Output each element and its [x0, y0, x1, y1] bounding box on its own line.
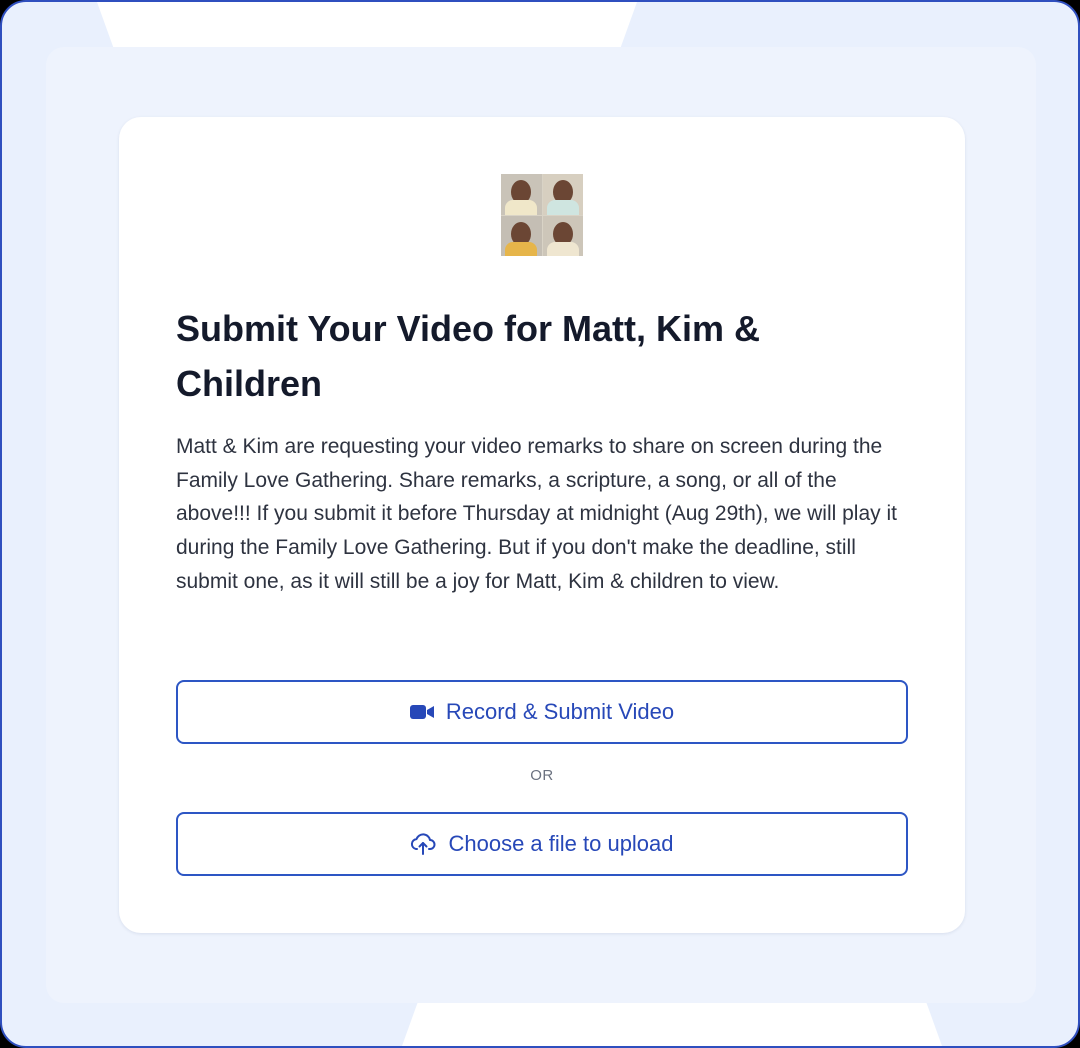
family-photo-collage [501, 174, 583, 256]
cloud-upload-icon [410, 833, 436, 855]
collage-photo [501, 215, 542, 256]
background-shape-bottom [402, 1001, 942, 1046]
collage-photo [542, 174, 583, 215]
submission-card: Submit Your Video for Matt, Kim & Childr… [119, 117, 965, 933]
record-submit-video-label: Record & Submit Video [445, 699, 675, 724]
or-separator: OR [530, 767, 554, 784]
request-description: Matt & Kim are requesting your video rem… [176, 435, 897, 593]
choose-file-upload-label: Choose a file to upload [448, 831, 674, 856]
record-submit-video-button[interactable]: Record & Submit Video [176, 680, 908, 744]
choose-file-upload-button[interactable]: Choose a file to upload [176, 812, 908, 876]
collage-photo [542, 215, 583, 256]
page-title: Submit Your Video for Matt, Kim & Childr… [176, 308, 761, 404]
video-camera-icon [409, 704, 434, 720]
background-shape-top [97, 2, 637, 47]
collage-photo [501, 174, 542, 215]
app-frame: Submit Your Video for Matt, Kim & Childr… [0, 0, 1080, 1048]
